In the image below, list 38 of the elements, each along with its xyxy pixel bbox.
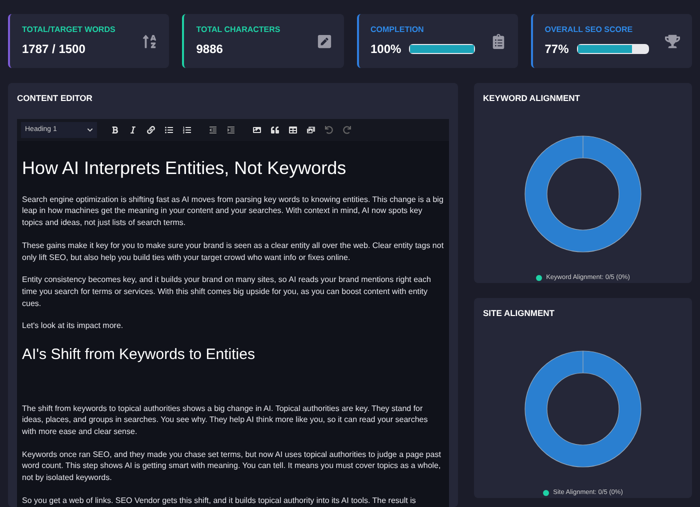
paragraph: Keywords once ran SEO, and they made you chase set terms, but now AI uses topical authorities to judge a page past word count. This step shows AI is getting smart with meaning. You can tell. It means you must cover topics as a whole, not by isolated keywords. [22, 448, 442, 484]
stat-value: 1787 / 1500 [22, 41, 86, 58]
paragraph: Entity consistency becomes key, and it builds your brand on many sites, so AI reads your brand mentions right each time you search for terms or services. With this shift comes big upside for you, as you can boost content with entity cues. [22, 274, 432, 310]
paragraph: These gains make it key for you to make sure your brand is seen as a clear entity all over the web. Clear entity tags not only lift SEO, but also help you build ties with your target crowd who want info or fixes online. [22, 240, 444, 264]
paragraph: Let's look at its impact more. [22, 320, 124, 332]
redo-icon [343, 126, 351, 134]
table-icon [289, 126, 297, 134]
subheading: AI's Shift from Keywords to Entities [22, 345, 256, 366]
stat-value: 9886 [196, 41, 223, 58]
panel-title: SITE ALIGNMENT [483, 307, 554, 320]
quote-icon [271, 126, 279, 134]
panel-title: CONTENT EDITOR [17, 92, 94, 105]
stat-value: 77% [544, 41, 569, 58]
clipboard-icon [490, 34, 506, 48]
link-icon [147, 126, 155, 134]
image-icon [253, 126, 261, 134]
outdent-icon [209, 126, 217, 134]
indent-icon [227, 126, 235, 134]
stat-value: 100% [370, 41, 402, 58]
stat-label: OVERALL SEO SCORE [544, 24, 634, 36]
chevron-icon [87, 126, 93, 133]
undo-icon [325, 126, 333, 134]
stat-label: COMPLETION [370, 24, 425, 36]
trophy-icon [665, 34, 680, 48]
heading: How AI Interprets Entities, Not Keywords [22, 156, 348, 180]
paragraph: Search engine optimization is shifting fast as AI moves from parsing key words to knowing entities. This change is a big leap in how machines get the meaning in your content and your searches. With context in mind, AI now spots key topics and ideas, not just lists of search terms. [22, 194, 444, 229]
sort-icon [142, 34, 158, 48]
italic-icon [129, 126, 137, 134]
paragraph: So you get a web of links. SEO Vendor gets this shift, and it builds topical authority into its AI tools. The result is [22, 494, 417, 506]
edit-icon [316, 34, 332, 48]
bullet-list-icon [165, 126, 173, 134]
panel-title: KEYWORD ALIGNMENT [483, 92, 580, 105]
stat-label: TOTAL CHARACTERS [196, 24, 282, 36]
stat-label: TOTAL/TARGET WORDS [22, 24, 116, 36]
paragraph: The shift from keywords to topical authorities shows a big change in AI. Topical authorities are key. They stand for ideas, places, and groups in searches. You see why. They help AI think more like you, so it can read your searches with more ease and clear sense. [22, 402, 429, 438]
media-icon [307, 126, 315, 134]
numbered-list-icon [183, 126, 191, 134]
bold-icon [111, 126, 119, 134]
